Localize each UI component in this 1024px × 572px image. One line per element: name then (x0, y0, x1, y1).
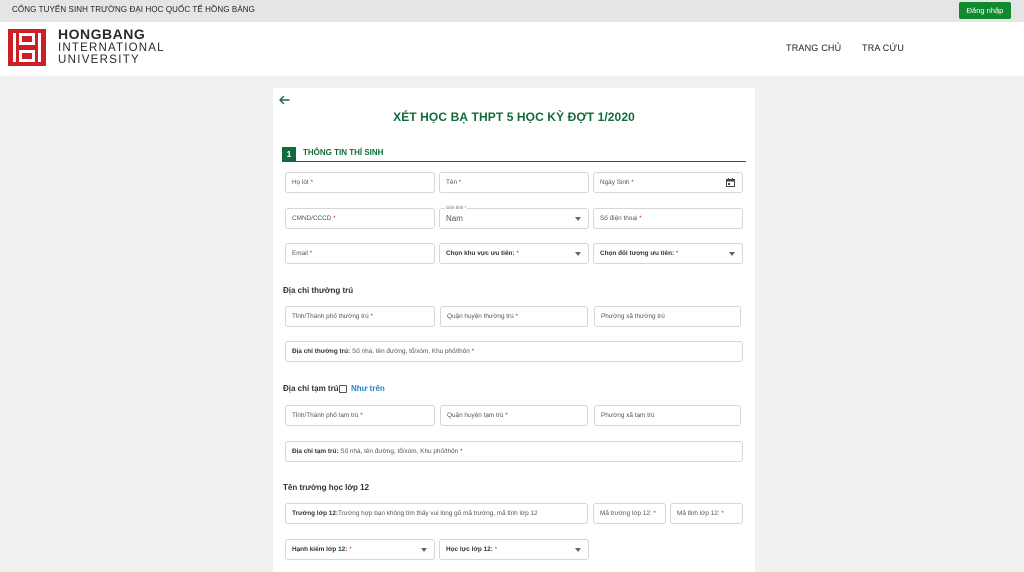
form-title: XÉT HỌC BẠ THPT 5 HỌC KỲ ĐỢT 1/2020 (393, 110, 635, 124)
tinh-tam-tru-input[interactable]: Tỉnh/Thành phố tạm trú * (285, 405, 435, 426)
logo-wordmark: HONGBANG INTERNATIONAL UNIVERSITY (58, 26, 165, 67)
doi-tuong-select[interactable]: Chọn đối tượng ưu tiên: * (593, 243, 743, 264)
gioi-tinh-value: Nam (446, 214, 463, 223)
portal-title: CỔNG TUYỂN SINH TRƯỜNG ĐẠI HỌC QUỐC TẾ H… (12, 5, 255, 14)
same-address-checkbox[interactable] (339, 385, 347, 393)
chevron-down-icon (575, 252, 581, 256)
ten-input[interactable]: Tên * (439, 172, 589, 193)
top-bar: CỔNG TUYỂN SINH TRƯỜNG ĐẠI HỌC QUỐC TẾ H… (0, 0, 1024, 22)
same-address-label[interactable]: Như trên (351, 384, 385, 393)
nav-tra-cuu[interactable]: TRA CỨU (862, 43, 904, 53)
truong-heading: Tên trường học lớp 12 (283, 483, 370, 492)
hanh-kiem-select[interactable]: Hạnh kiểm lớp 12: * (285, 539, 435, 560)
ma-truong-input[interactable]: Mã trường lớp 12: * (593, 503, 666, 524)
tinh-thuong-tru-input[interactable]: Tỉnh/Thành phố thường trú * (285, 306, 435, 327)
gioi-tinh-select[interactable]: Giới tính * Nam (439, 205, 589, 229)
section-number: 1 (282, 147, 296, 161)
so-dien-thoai-input[interactable]: Số điện thoại * (593, 208, 743, 229)
chevron-down-icon (421, 548, 427, 552)
calendar-icon[interactable] (726, 178, 735, 187)
form-card: XÉT HỌC BẠ THPT 5 HỌC KỲ ĐỢT 1/2020 1 TH… (273, 88, 755, 572)
site-header: HONGBANG INTERNATIONAL UNIVERSITY TRANG … (0, 22, 1024, 76)
cmnd-input[interactable]: CMND/CCCD * (285, 208, 435, 229)
ma-tinh-input[interactable]: Mã tỉnh lớp 12: * (670, 503, 743, 524)
ngay-sinh-input[interactable]: Ngày Sinh * (593, 172, 743, 193)
chevron-down-icon (729, 252, 735, 256)
dia-chi-tam-tru-input[interactable]: Địa chỉ tạm trú: Số nhà, tên đường, tổ/x… (285, 441, 743, 462)
university-logo[interactable]: HONGBANG INTERNATIONAL UNIVERSITY (8, 27, 168, 69)
hoc-luc-select[interactable]: Học lực lớp 12: * (439, 539, 589, 560)
truong-lop-12-input[interactable]: Trường lớp 12:Trường hợp bạn không tìm t… (285, 503, 588, 524)
section-header: 1 THÔNG TIN THÍ SINH (282, 146, 746, 162)
chevron-down-icon (575, 548, 581, 552)
phuong-tam-tru-input[interactable]: Phường xã tạm trú (594, 405, 741, 426)
chevron-down-icon (575, 217, 581, 221)
nav-trang-chu[interactable]: TRANG CHỦ (786, 43, 841, 53)
login-button[interactable]: Đăng nhập (959, 2, 1011, 19)
thuong-tru-heading: Địa chỉ thường trú (283, 286, 354, 295)
khu-vuc-select[interactable]: Chọn khu vực ưu tiên: * (439, 243, 589, 264)
section-label: THÔNG TIN THÍ SINH (303, 148, 384, 157)
hongbang-logo-icon (8, 29, 46, 66)
dia-chi-thuong-tru-input[interactable]: Địa chỉ thường trú: Số nhà, tên đường, t… (285, 341, 743, 362)
quan-tam-tru-input[interactable]: Quận huyện tạm trú * (440, 405, 588, 426)
phuong-thuong-tru-input[interactable]: Phường xã thường trú (594, 306, 741, 327)
email-input[interactable]: Email * (285, 243, 435, 264)
back-arrow-icon[interactable] (278, 94, 290, 106)
ho-lot-input[interactable]: Họ lót * (285, 172, 435, 193)
tam-tru-heading: Địa chỉ tạm trú (283, 384, 339, 393)
quan-thuong-tru-input[interactable]: Quận huyện thường trú * (440, 306, 588, 327)
